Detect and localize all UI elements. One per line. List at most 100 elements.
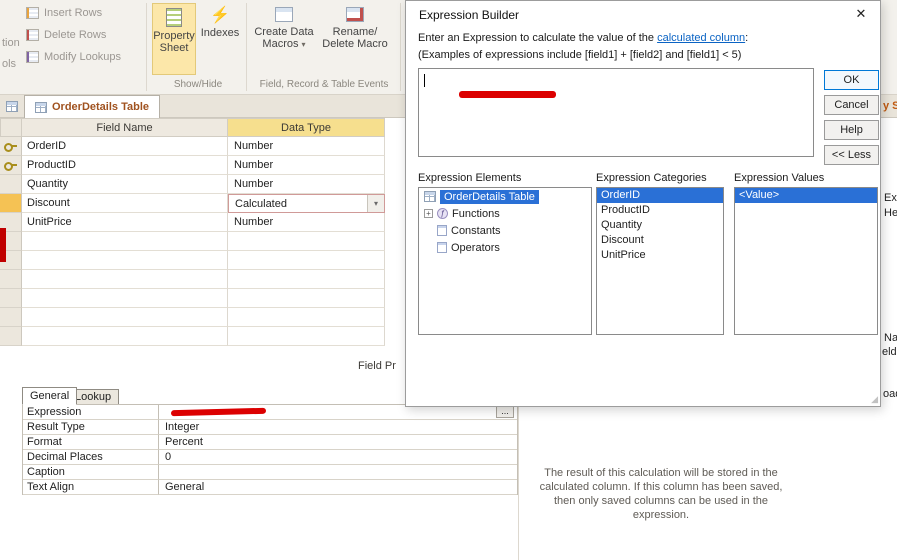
dialog-title: Expression Builder [419,8,520,22]
property-row-expression[interactable]: Expression ... [23,405,517,420]
less-button[interactable]: << Less [824,145,879,165]
expand-plus-icon[interactable]: + [424,209,433,218]
delete-rows-button[interactable]: Delete Rows [26,29,106,41]
empty-row[interactable] [0,308,385,327]
dialog-instruction: Enter an Expression to calculate the val… [418,32,749,44]
text-caret [424,74,425,87]
property-row-text-align[interactable]: Text Align General [23,480,517,495]
group-label-events: Field, Record & Table Events [259,79,389,90]
category-item-productid[interactable]: ProductID [597,203,723,218]
category-item-orderid[interactable]: OrderID [597,188,723,203]
property-row-result-type[interactable]: Result Type Integer [23,420,517,435]
group-label-show-hide: Show/Hide [173,79,223,90]
tree-item-orderdetails-table[interactable]: OrderDetails Table [419,188,591,205]
ribbon-fragment-left-bottom: ols [2,58,17,70]
table-object-icon [6,101,18,112]
empty-row[interactable] [0,289,385,308]
ribbon-fragment-left-top: tion [2,37,20,49]
rename-delete-macro-icon [346,7,364,22]
data-type-cell[interactable]: Number [228,137,385,156]
row-selector[interactable] [0,156,22,175]
data-type-cell[interactable]: Number [228,213,385,232]
table-icon [424,191,436,202]
row-selector[interactable] [0,175,22,194]
field-row-productid[interactable]: ProductID Number [0,156,385,175]
column-header-data-type[interactable]: Data Type [227,118,385,137]
modify-lookups-button[interactable]: Modify Lookups [26,51,121,63]
expression-values-list: <Value> [734,187,878,335]
category-item-discount[interactable]: Discount [597,233,723,248]
empty-row[interactable] [0,327,385,346]
property-help-text: The result of this calculation will be s… [539,467,783,521]
field-row-unitprice[interactable]: UnitPrice Number [0,213,385,232]
expression-value-cell[interactable]: ... [159,405,517,420]
field-row-discount[interactable]: Discount Calculated ▾ [0,194,385,213]
table-icon [35,101,47,113]
ribbon-separator [246,3,247,91]
category-item-quantity[interactable]: Quantity [597,218,723,233]
field-name-cell[interactable]: ProductID [22,156,228,175]
data-type-cell[interactable]: Number [228,175,385,194]
row-selector[interactable] [0,137,22,156]
functions-icon: ƒ [437,208,448,219]
right-pane-fragment: Na [884,332,897,344]
rename-delete-macro-button[interactable]: Rename/ Delete Macro [320,3,390,75]
cancel-button[interactable]: Cancel [824,95,879,115]
column-header-field-name[interactable]: Field Name [21,118,228,137]
tree-item-constants[interactable]: Constants [419,222,591,239]
expression-categories-label: Expression Categories [596,172,707,184]
empty-row[interactable] [0,232,385,251]
expression-builder-button[interactable]: ... [496,406,514,418]
property-sheet-icon [166,8,182,27]
tab-general[interactable]: General [22,387,78,405]
field-name-cell[interactable]: Discount [22,194,228,213]
primary-key-icon [4,142,17,152]
dialog-examples: (Examples of expressions include [field1… [418,49,742,61]
field-name-cell[interactable]: OrderID [22,137,228,156]
redaction-mark-left [0,228,6,262]
tree-item-operators[interactable]: Operators [419,239,591,256]
expression-elements-tree: OrderDetails Table + ƒ Functions Constan… [418,187,592,335]
data-type-cell[interactable]: Number [228,156,385,175]
constants-icon [437,225,447,236]
primary-key-icon [4,161,17,171]
right-pane-fragment: He [884,207,897,219]
field-name-cell[interactable]: UnitPrice [22,213,228,232]
data-type-dropdown-button[interactable]: ▾ [367,195,384,212]
expression-input[interactable] [418,68,814,157]
field-name-cell[interactable]: Quantity [22,175,228,194]
help-button[interactable]: Help [824,120,879,140]
field-properties-label-fragment: Field Pr [358,360,396,372]
right-pane-fragment: Exp [884,192,897,204]
field-properties-grid: Expression ... Result Type Integer Forma… [22,404,518,495]
value-item[interactable]: <Value> [735,188,877,203]
redaction-mark [459,91,556,98]
property-row-decimal-places[interactable]: Decimal Places 0 [23,450,517,465]
delete-rows-icon [26,29,39,41]
calculated-column-link[interactable]: calculated column [657,32,745,44]
create-data-macros-icon [275,7,293,22]
insert-rows-button[interactable]: Insert Rows [26,7,102,19]
modify-lookups-icon [26,51,39,63]
empty-row[interactable] [0,270,385,289]
tree-item-functions[interactable]: + ƒ Functions [419,205,591,222]
property-row-caption[interactable]: Caption [23,465,517,480]
current-row-selector[interactable] [0,194,22,213]
chevron-down-icon: ▾ [373,199,378,208]
redaction-mark [170,407,267,417]
expression-elements-label: Expression Elements [418,172,522,184]
create-data-macros-button[interactable]: Create Data Macros ▾ [252,3,316,75]
field-row-orderid[interactable]: OrderID Number [0,137,385,156]
category-item-unitprice[interactable]: UnitPrice [597,248,723,263]
data-type-cell-calculated[interactable]: Calculated ▾ [228,194,385,213]
field-row-quantity[interactable]: Quantity Number [0,175,385,194]
app-window: tion ols Insert Rows Delete Rows Modify … [0,0,897,560]
empty-row[interactable] [0,251,385,270]
indexes-button[interactable]: ⚡ Indexes [198,3,242,75]
tab-orderdetails-table[interactable]: OrderDetails Table [24,95,160,118]
resize-grip-icon[interactable]: ◢ [871,394,878,405]
property-row-format[interactable]: Format Percent [23,435,517,450]
ok-button[interactable]: OK [824,70,879,90]
close-icon[interactable]: ✕ [852,6,870,24]
property-sheet-button[interactable]: Property Sheet [152,3,196,75]
